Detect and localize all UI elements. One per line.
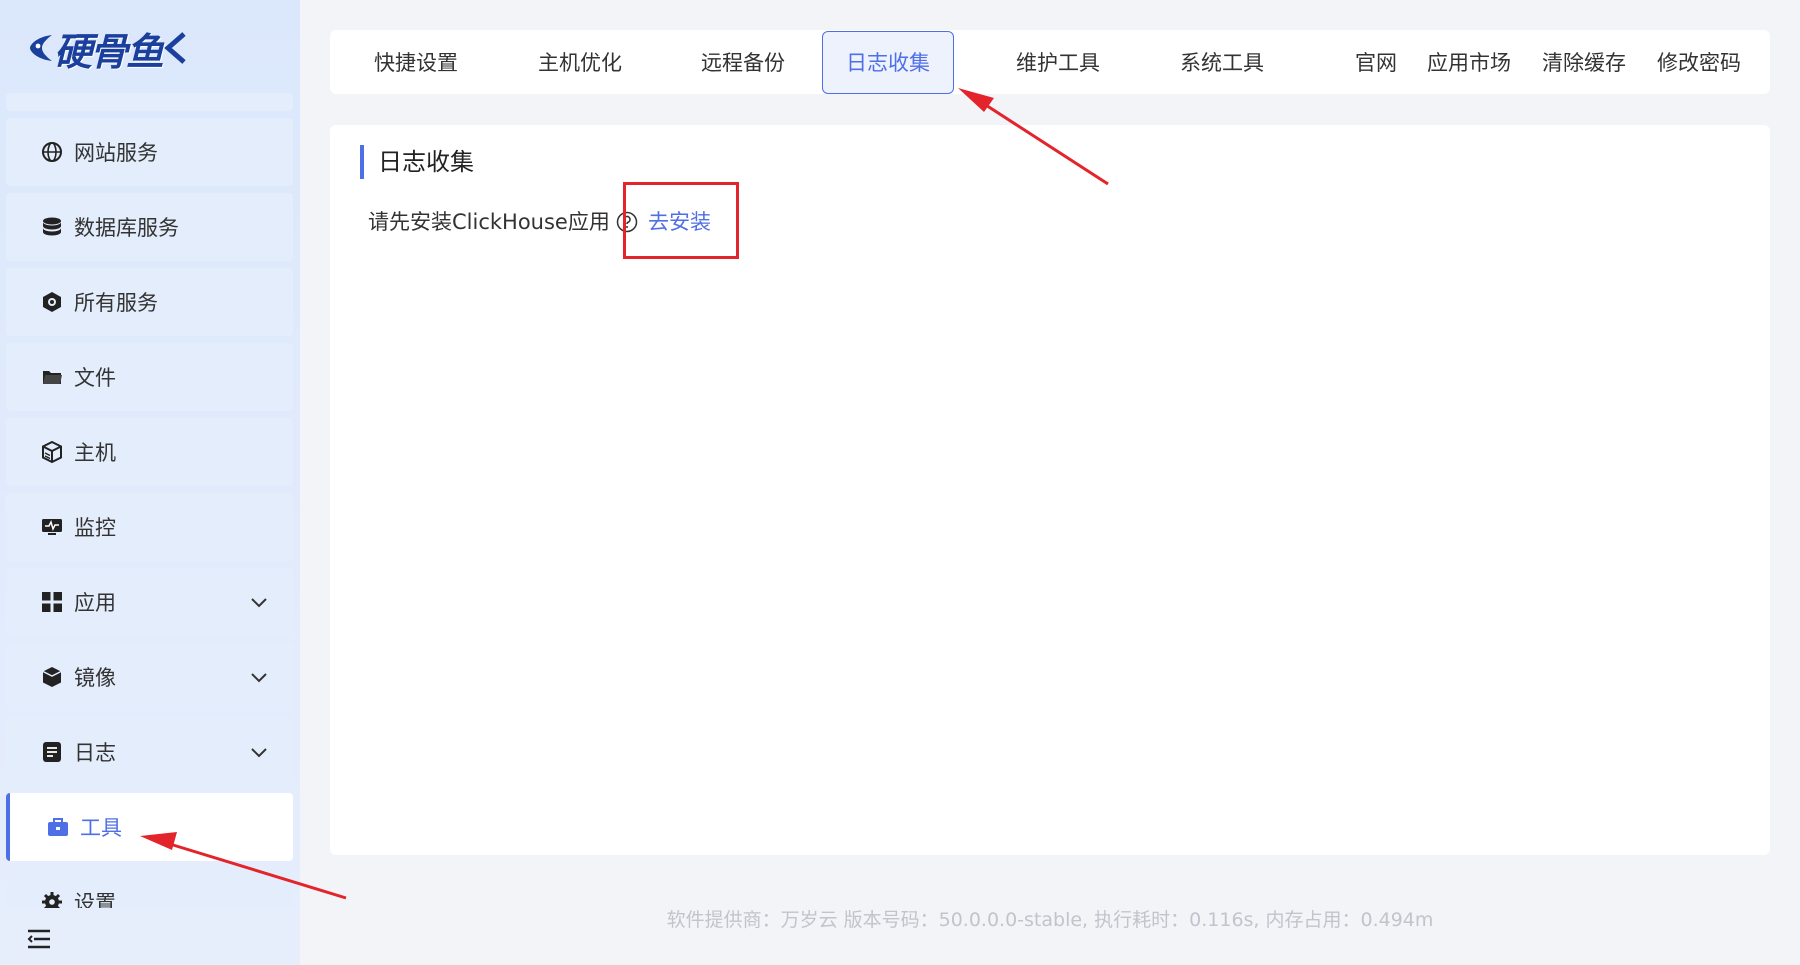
sidebar-item-images[interactable]: 镜像 bbox=[6, 643, 293, 711]
link-app-market[interactable]: 应用市场 bbox=[1427, 32, 1511, 94]
sidebar-item-label: 工具 bbox=[80, 816, 122, 840]
folder-icon bbox=[40, 365, 64, 389]
sidebar-item-host[interactable]: 主机 bbox=[6, 418, 293, 486]
fish-tail-icon bbox=[164, 32, 186, 64]
link-clear-cache[interactable]: 清除缓存 bbox=[1542, 32, 1626, 94]
tab-host-optimize[interactable]: 主机优化 bbox=[514, 32, 646, 94]
sidebar-item-label: 监控 bbox=[74, 516, 116, 540]
app-root: 硬骨鱼 网站服务 数据库服务 所有服务 文件 主机 监控 应用 镜像 日志 工具… bbox=[0, 0, 1800, 965]
sidebar-item-settings[interactable]: 设置 bbox=[6, 868, 293, 908]
fish-head-icon bbox=[30, 35, 52, 61]
sidebar-nav: 网站服务 数据库服务 所有服务 文件 主机 监控 应用 镜像 日志 工具 设置 bbox=[6, 118, 293, 908]
database-icon bbox=[40, 215, 64, 239]
log-icon bbox=[40, 740, 64, 764]
toolbox-icon bbox=[46, 815, 70, 839]
sidebar-item-all-services[interactable]: 所有服务 bbox=[6, 268, 293, 336]
tab-log-collection[interactable]: 日志收集 bbox=[822, 31, 954, 94]
sidebar-item-label: 所有服务 bbox=[74, 291, 158, 315]
sidebar-item-tools[interactable]: 工具 bbox=[6, 793, 293, 861]
chevron-down-icon[interactable] bbox=[249, 592, 269, 612]
sidebar-item-monitor[interactable]: 监控 bbox=[6, 493, 293, 561]
install-notice-text: 请先安装ClickHouse应用 bbox=[368, 210, 610, 234]
link-change-password[interactable]: 修改密码 bbox=[1657, 32, 1741, 94]
tab-maintenance-tools[interactable]: 维护工具 bbox=[992, 32, 1124, 94]
menu-collapse-icon[interactable] bbox=[26, 928, 52, 950]
server-cube-icon bbox=[40, 440, 64, 464]
tab-quick-settings[interactable]: 快捷设置 bbox=[350, 32, 482, 94]
sidebar-item-label: 主机 bbox=[74, 441, 116, 465]
sidebar-item-files[interactable]: 文件 bbox=[6, 343, 293, 411]
sidebar-item-label: 设置 bbox=[74, 891, 116, 908]
footer-info: 软件提供商：万岁云 版本号码：50.0.0.0-stable, 执行耗时：0.1… bbox=[666, 909, 1434, 931]
sidebar-item-label: 镜像 bbox=[74, 666, 116, 690]
sidebar-item-label: 应用 bbox=[74, 591, 116, 615]
sidebar-item-apps[interactable]: 应用 bbox=[6, 568, 293, 636]
apps-grid-icon bbox=[40, 590, 64, 614]
brand-logo[interactable]: 硬骨鱼 bbox=[28, 22, 218, 74]
main-panel: 日志收集 请先安装ClickHouse应用 去安装 bbox=[330, 125, 1770, 855]
sidebar-item-website-service[interactable]: 网站服务 bbox=[6, 118, 293, 186]
services-icon bbox=[40, 290, 64, 314]
sidebar-item-database-service[interactable]: 数据库服务 bbox=[6, 193, 293, 261]
sidebar-item-logs[interactable]: 日志 bbox=[6, 718, 293, 786]
sidebar-item-label: 文件 bbox=[74, 366, 116, 390]
sidebar-item-label: 日志 bbox=[74, 741, 116, 765]
box-icon bbox=[40, 665, 64, 689]
chevron-down-icon[interactable] bbox=[249, 742, 269, 762]
page-title: 日志收集 bbox=[360, 145, 474, 179]
sidebar-item-label: 网站服务 bbox=[74, 141, 158, 165]
globe-icon bbox=[40, 140, 64, 164]
tab-remote-backup[interactable]: 远程备份 bbox=[677, 32, 809, 94]
top-tab-bar: 快捷设置 主机优化 远程备份 日志收集 维护工具 系统工具 官网 应用市场 清除… bbox=[330, 30, 1770, 94]
link-official-site[interactable]: 官网 bbox=[1355, 32, 1397, 94]
tab-system-tools[interactable]: 系统工具 bbox=[1156, 32, 1288, 94]
nav-scroll-stub bbox=[6, 93, 293, 111]
sidebar: 硬骨鱼 网站服务 数据库服务 所有服务 文件 主机 监控 应用 镜像 日志 工具… bbox=[0, 0, 300, 965]
logo-text: 硬骨鱼 bbox=[54, 28, 164, 74]
sidebar-item-label: 数据库服务 bbox=[74, 216, 179, 240]
install-notice: 请先安装ClickHouse应用 bbox=[368, 207, 638, 237]
gear-icon bbox=[40, 890, 64, 908]
monitor-icon bbox=[40, 515, 64, 539]
chevron-down-icon[interactable] bbox=[249, 667, 269, 687]
annotation-highlight-box bbox=[623, 182, 739, 259]
